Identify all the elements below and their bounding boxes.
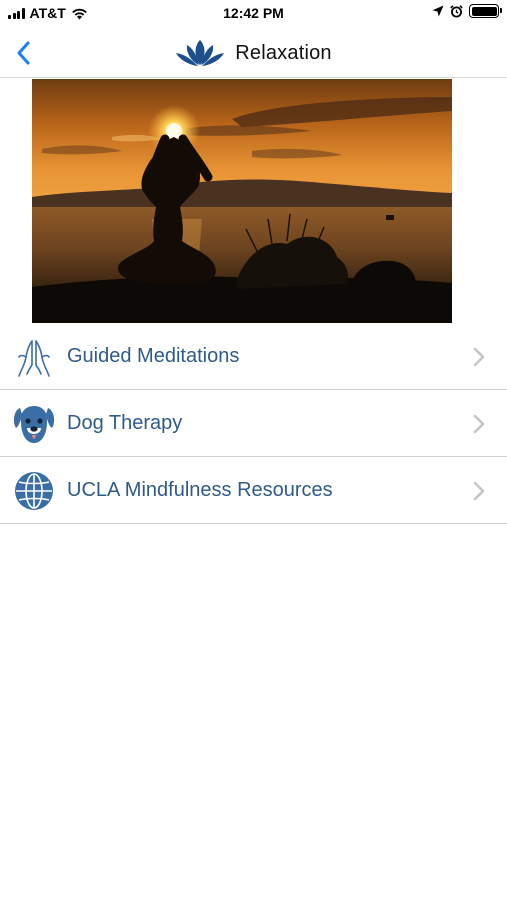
list-item-guided-meditations[interactable]: Guided Meditations <box>0 323 507 390</box>
navigation-bar: Relaxation <box>0 28 507 78</box>
chevron-right-icon <box>473 347 485 367</box>
hero-image <box>32 79 452 323</box>
status-right <box>432 4 502 18</box>
list-item-label: Guided Meditations <box>67 344 240 367</box>
status-bar: AT&T 12:42 PM <box>0 0 507 28</box>
alarm-clock-icon <box>450 4 463 18</box>
page-title: Relaxation <box>235 41 332 64</box>
chevron-right-icon <box>473 414 485 434</box>
location-arrow-icon <box>432 5 444 17</box>
menu-list: Guided Meditations Dog Therapy UCLA Mind… <box>0 323 507 524</box>
chevron-right-icon <box>473 481 485 501</box>
battery-icon <box>469 4 502 18</box>
status-time: 12:42 PM <box>223 5 284 21</box>
dog-icon <box>12 402 56 446</box>
praying-hands-icon <box>12 335 56 379</box>
list-item-label: UCLA Mindfulness Resources <box>67 478 333 501</box>
lotus-icon <box>175 38 225 68</box>
list-item-ucla-mindfulness[interactable]: UCLA Mindfulness Resources <box>0 457 507 524</box>
globe-icon <box>12 469 56 513</box>
list-item-label: Dog Therapy <box>67 411 183 434</box>
nav-title-group: Relaxation <box>0 28 507 78</box>
list-item-dog-therapy[interactable]: Dog Therapy <box>0 390 507 457</box>
